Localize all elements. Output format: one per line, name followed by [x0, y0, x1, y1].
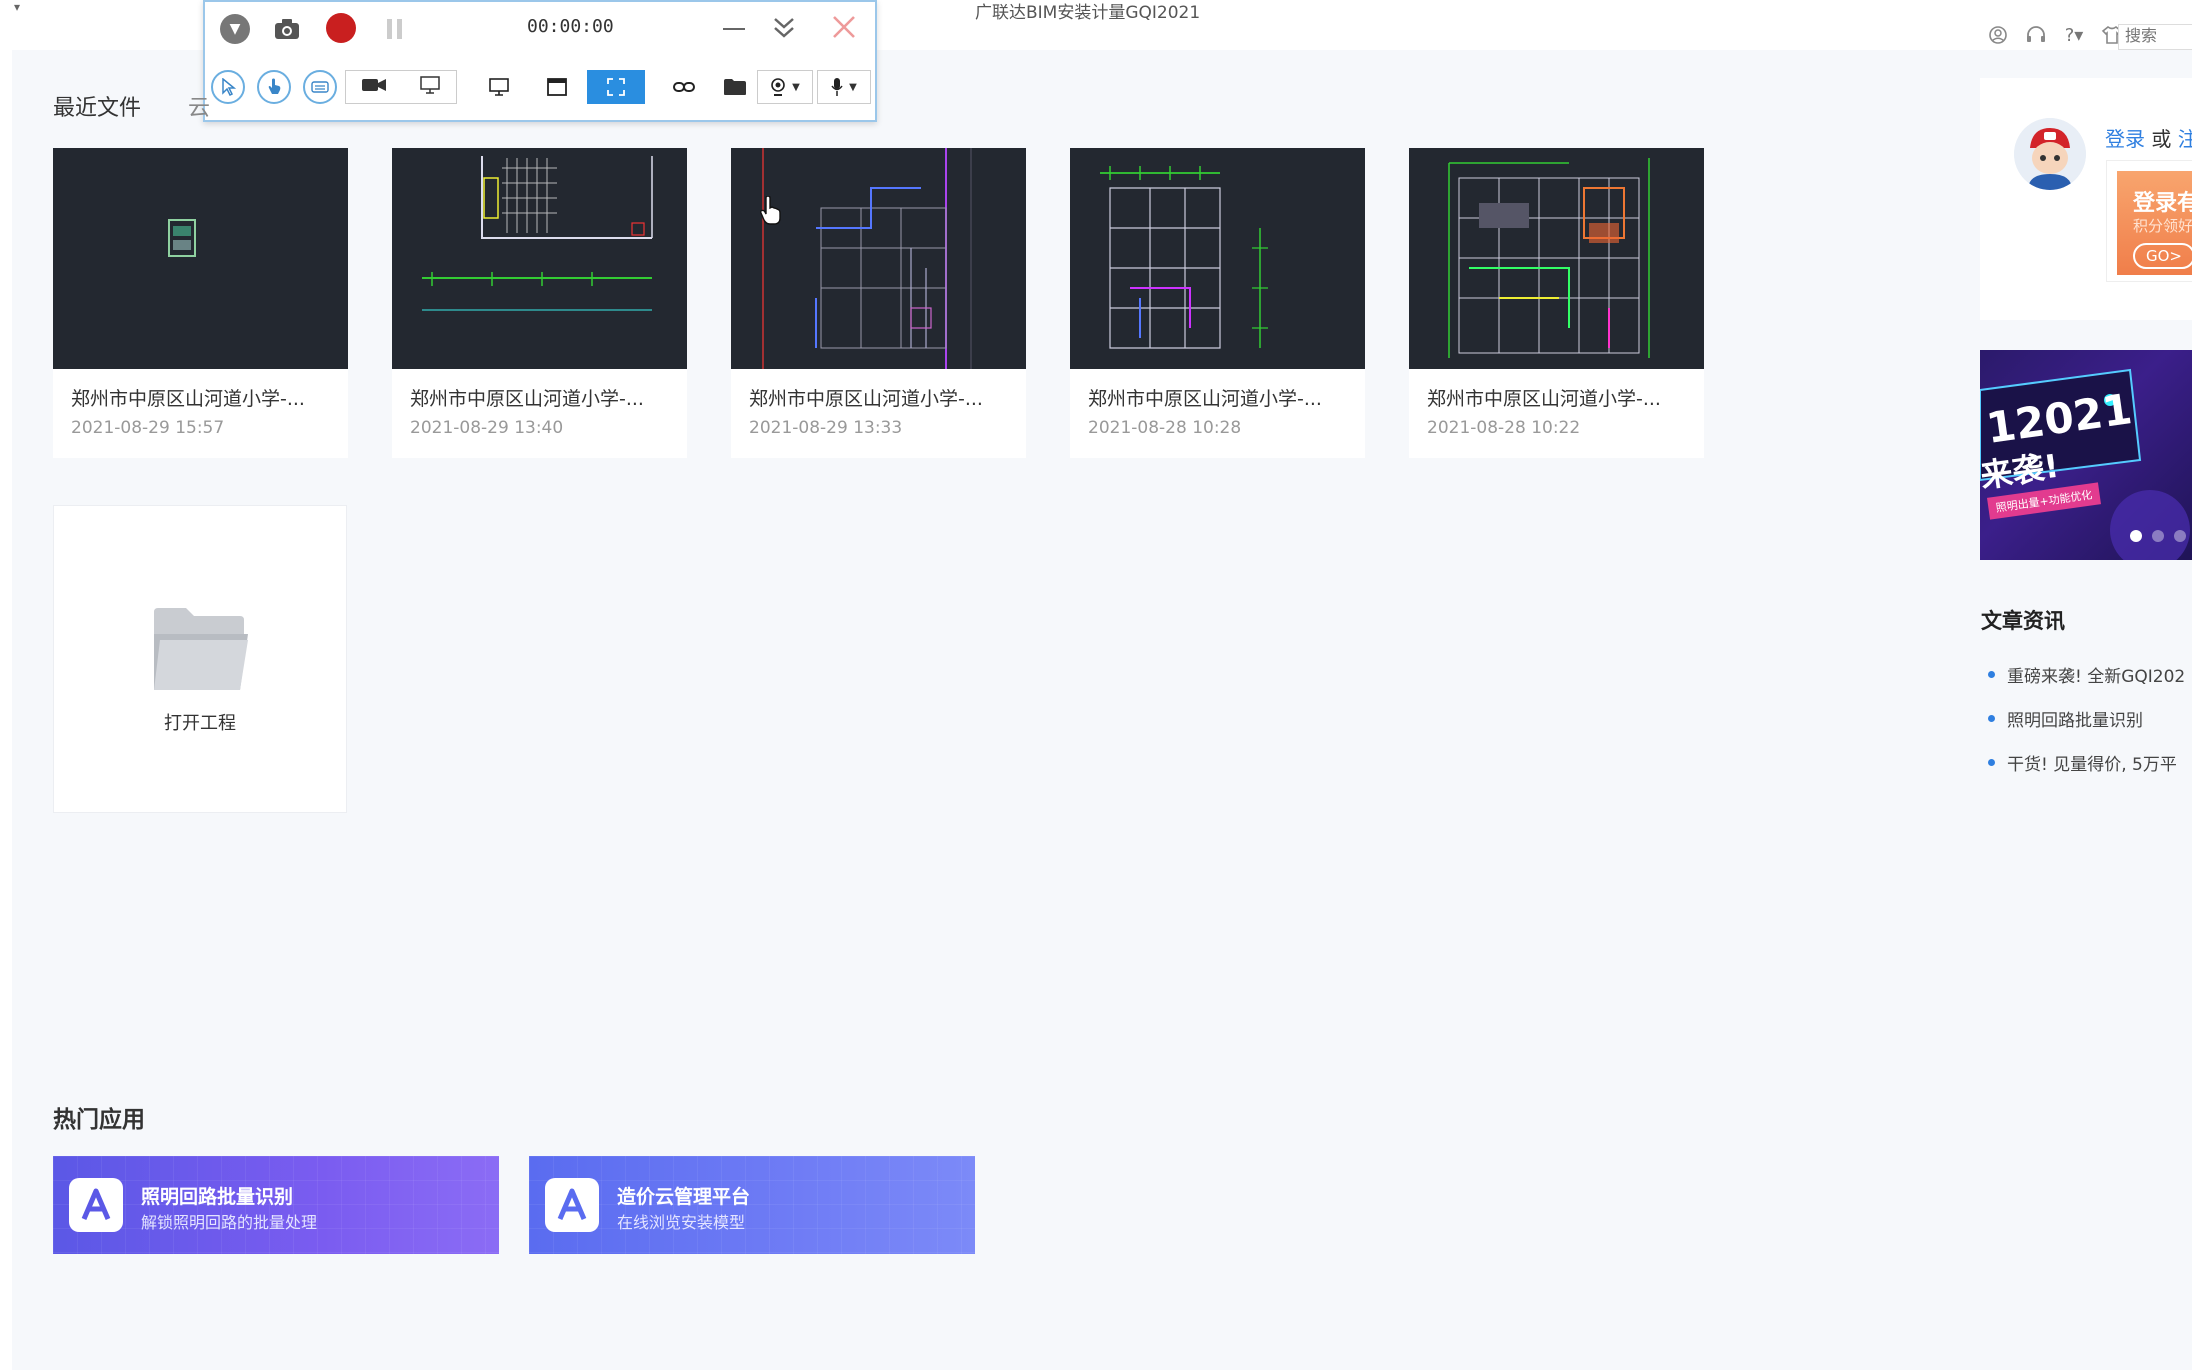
recent-file-card[interactable]: 郑州市中原区山河道小学-... 2021-08-28 10:28: [1070, 148, 1365, 458]
file-date: 2021-08-28 10:22: [1427, 418, 1581, 438]
carousel-dot[interactable]: [2152, 530, 2164, 542]
chevron-down-icon: ▼: [849, 81, 857, 93]
news-item[interactable]: 照明回路批量识别: [1988, 706, 2143, 731]
app-logo-icon: [545, 1178, 599, 1232]
file-date: 2021-08-29 15:57: [71, 418, 225, 438]
menu-arrow-icon[interactable]: ▾: [14, 0, 20, 14]
carousel-dots: [2130, 530, 2186, 542]
file-name: 郑州市中原区山河道小学-...: [410, 388, 644, 410]
bullet-icon: [1988, 759, 1995, 766]
file-name: 郑州市中原区山河道小学-...: [749, 388, 983, 410]
monitor-icon[interactable]: [481, 70, 517, 104]
promo-banner[interactable]: 12021 来袭! 照明出量+功能优化: [1980, 350, 2192, 560]
file-thumbnail: [392, 148, 687, 369]
login-card: 登录 或 注 登录有 积分领好 GO>: [1980, 78, 2192, 320]
chevron-down-icon[interactable]: ▼: [220, 14, 250, 44]
top-icons: ?▾: [1985, 22, 2125, 48]
app-name: 照明回路批量识别: [141, 1186, 294, 1208]
file-date: 2021-08-29 13:33: [749, 418, 903, 438]
register-link[interactable]: 注: [2178, 127, 2192, 151]
news-item[interactable]: 干货! 见量得价, 5万平: [1988, 750, 2177, 775]
camera-icon[interactable]: [271, 14, 303, 44]
news-title: 文章资讯: [1981, 609, 2065, 633]
news-item-text: 照明回路批量识别: [2007, 711, 2143, 731]
recording-timer: 00:00:00: [527, 16, 614, 37]
tab-cloud[interactable]: 云: [188, 90, 210, 122]
close-icon[interactable]: [827, 10, 861, 44]
login-link[interactable]: 登录: [2105, 127, 2145, 151]
help-icon[interactable]: ?▾: [2061, 22, 2087, 48]
file-date: 2021-08-29 13:40: [410, 418, 564, 438]
minimize-icon[interactable]: [719, 14, 749, 44]
folder-icon[interactable]: [715, 70, 755, 104]
file-thumbnail: [1070, 148, 1365, 369]
bullet-icon: [1988, 715, 1995, 722]
app-desc: 解锁照明回路的批量处理: [141, 1213, 318, 1232]
carousel-dot[interactable]: [2174, 530, 2186, 542]
pointer-tool-icon[interactable]: [211, 70, 245, 104]
collapse-icon[interactable]: [769, 12, 799, 44]
carousel-dot[interactable]: [2130, 530, 2142, 542]
login-promo[interactable]: 登录有 积分领好 GO>: [2106, 160, 2192, 282]
open-project-card[interactable]: 打开工程: [53, 505, 347, 813]
app-title: 广联达BIM安装计量GQI2021: [975, 3, 1201, 23]
recent-files-title: 最近文件: [53, 96, 142, 121]
folder-icon: [152, 606, 250, 692]
hand-cursor-icon: [759, 195, 782, 226]
app-logo-icon: [69, 1178, 123, 1232]
file-name: 郑州市中原区山河道小学-...: [1427, 388, 1661, 410]
bullet-icon: [1988, 671, 1995, 678]
app-card-cloud-platform[interactable]: 造价云管理平台 在线浏览安装模型: [529, 1156, 975, 1254]
window-icon[interactable]: [539, 70, 575, 104]
user-icon[interactable]: [1985, 22, 2011, 48]
avatar: [2014, 118, 2086, 190]
hand-tool-icon[interactable]: [257, 70, 291, 104]
recent-file-card[interactable]: 郑州市中原区山河道小学-... 2021-08-29 13:40: [392, 148, 687, 458]
app-desc: 在线浏览安装模型: [617, 1213, 746, 1232]
chevron-down-icon: ▼: [792, 81, 800, 93]
promo-go-button[interactable]: GO>: [2133, 243, 2192, 269]
login-or: 或: [2151, 127, 2172, 151]
record-button[interactable]: [326, 13, 356, 43]
file-thumbnail: [1409, 148, 1704, 369]
screen-share-icon[interactable]: [417, 76, 441, 98]
region-select-icon[interactable]: [587, 70, 645, 104]
promo-subtitle: 积分领好: [2133, 217, 2192, 235]
left-edge: [0, 50, 12, 1370]
news-item-text: 干货! 见量得价, 5万平: [2007, 755, 2177, 775]
recent-file-card[interactable]: 郑州市中原区山河道小学-... 2021-08-28 10:22: [1409, 148, 1704, 458]
video-camera-icon[interactable]: [361, 77, 387, 97]
file-date: 2021-08-28 10:28: [1088, 418, 1242, 438]
headset-icon[interactable]: [2023, 22, 2049, 48]
microphone-dropdown[interactable]: ▼: [817, 70, 871, 104]
app-name: 造价云管理平台: [617, 1186, 751, 1208]
video-source-group[interactable]: [345, 70, 457, 104]
webcam-dropdown[interactable]: ▼: [757, 70, 813, 104]
login-prompt: 登录 或 注: [2105, 123, 2192, 152]
news-item[interactable]: 重磅来袭! 全新GQI202: [1988, 662, 2185, 687]
pause-icon[interactable]: [380, 14, 410, 44]
app-card-lighting[interactable]: 照明回路批量识别 解锁照明回路的批量处理: [53, 1156, 499, 1254]
recent-file-card[interactable]: 郑州市中原区山河道小学-... 2021-08-29 15:57: [53, 148, 348, 458]
search-input[interactable]: [2118, 24, 2192, 50]
news-item-text: 重磅来袭! 全新GQI202: [2007, 667, 2186, 687]
file-name: 郑州市中原区山河道小学-...: [71, 388, 305, 410]
promo-title: 登录有: [2133, 191, 2192, 216]
keyboard-tool-icon[interactable]: [303, 70, 337, 104]
recent-file-card[interactable]: 郑州市中原区山河道小学-... 2021-08-29 13:33: [731, 148, 1026, 458]
file-thumbnail: [731, 148, 1026, 369]
hot-apps-title: 热门应用: [53, 1107, 145, 1133]
file-thumbnail: [53, 148, 348, 369]
screen-recorder-toolbar: ▼ 00:00:00 ▼ ▼: [203, 0, 877, 122]
link-icon[interactable]: [661, 70, 707, 104]
file-name: 郑州市中原区山河道小学-...: [1088, 388, 1322, 410]
open-project-label: 打开工程: [164, 713, 236, 734]
